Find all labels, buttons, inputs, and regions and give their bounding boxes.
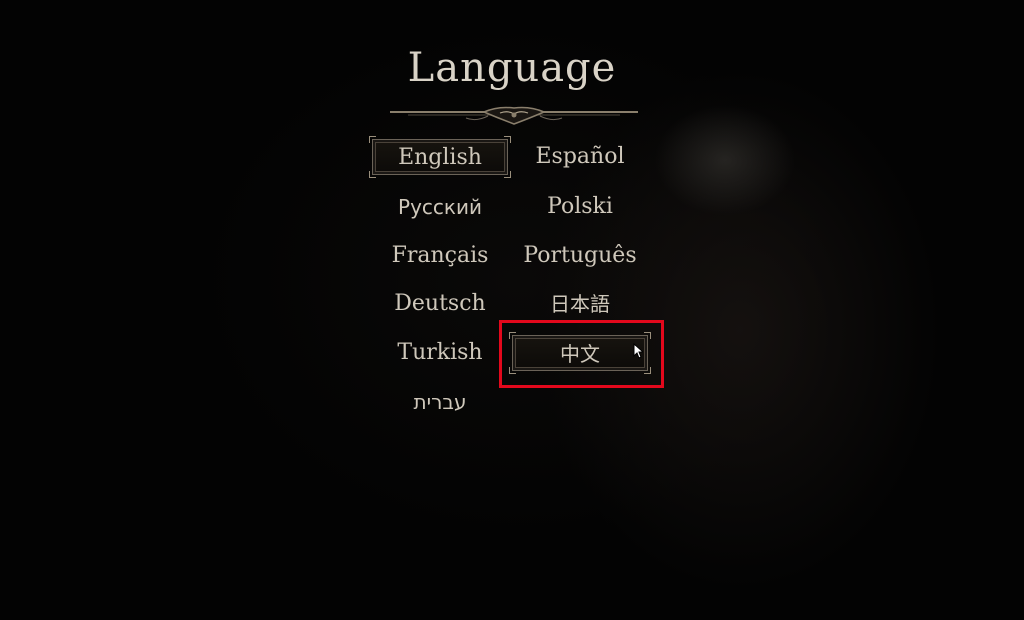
page-title: Language — [407, 45, 617, 91]
language-option-japanese[interactable]: 日本語 — [514, 286, 646, 322]
language-option-portugues[interactable]: Português — [514, 238, 646, 274]
language-label: Français — [391, 243, 489, 268]
language-option-polski[interactable]: Polski — [514, 189, 646, 225]
language-option-russian[interactable]: Русский — [372, 189, 508, 225]
language-label: עברית — [413, 390, 467, 414]
language-option-espanol[interactable]: Español — [514, 139, 646, 175]
language-label: 日本語 — [550, 292, 610, 316]
language-label: Русский — [398, 195, 482, 219]
language-option-deutsch[interactable]: Deutsch — [372, 286, 508, 322]
language-label: English — [398, 145, 482, 170]
language-option-hebrew[interactable]: עברית — [372, 384, 508, 420]
language-label: Español — [535, 144, 625, 169]
language-screen: Language English Español Русский Polski … — [0, 0, 1024, 620]
language-label: Turkish — [397, 340, 483, 365]
language-option-turkish[interactable]: Turkish — [372, 335, 508, 371]
language-label: Português — [523, 243, 637, 268]
mouse-pointer-icon — [633, 343, 643, 359]
ornamental-divider-icon — [390, 106, 638, 125]
language-option-english[interactable]: English — [369, 136, 511, 178]
language-label: Polski — [547, 194, 613, 219]
language-label: Deutsch — [394, 291, 486, 316]
language-option-francais[interactable]: Français — [372, 238, 508, 274]
